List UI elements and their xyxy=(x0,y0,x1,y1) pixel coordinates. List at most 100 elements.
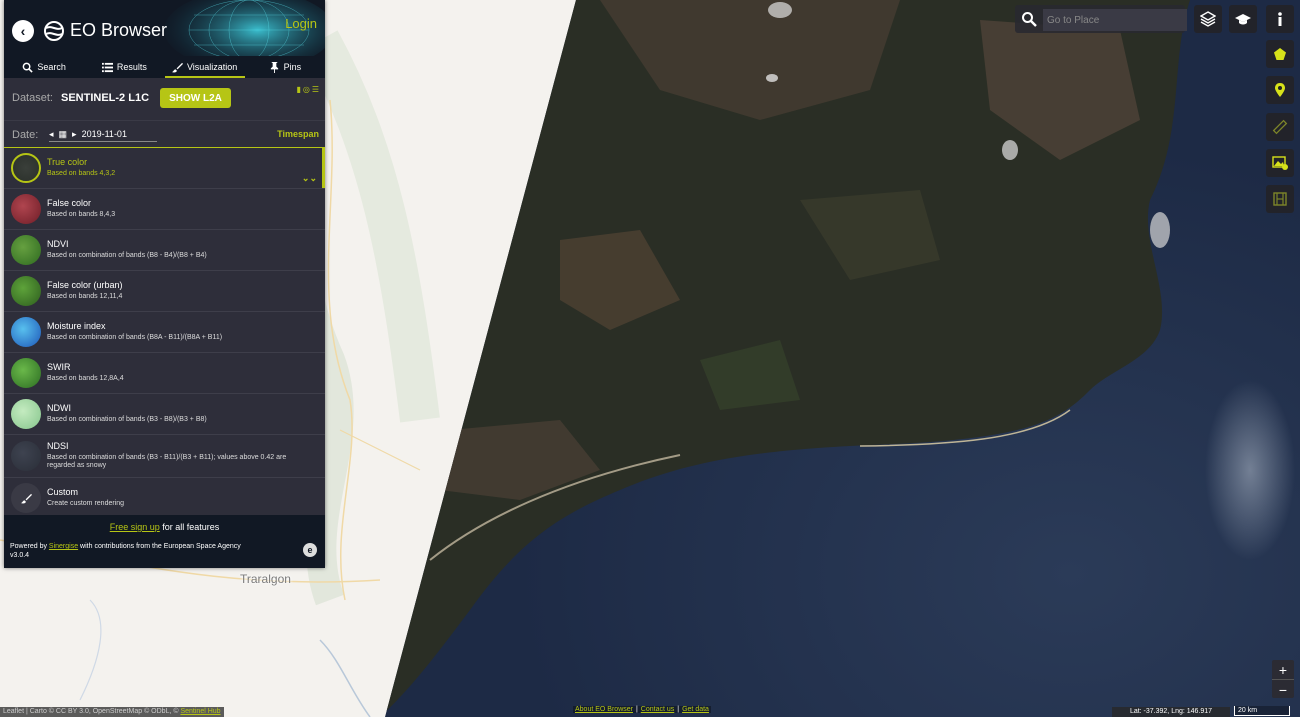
dataset-name: SENTINEL-2 L1C xyxy=(61,92,150,104)
sidebar-panel: ‹ EO Browser Login Search Results Visual… xyxy=(4,0,325,568)
layer-false-color-urban[interactable]: False color (urban) Based on bands 12,11,… xyxy=(4,271,325,312)
scale-bar: 20 km xyxy=(1234,706,1290,716)
login-link[interactable]: Login xyxy=(285,16,317,31)
zoom-out-button[interactable]: − xyxy=(1272,680,1294,699)
layer-desc: Based on combination of bands (B8A - B11… xyxy=(47,334,223,342)
education-button[interactable] xyxy=(1229,5,1257,33)
layer-thumbnail xyxy=(11,276,41,306)
prev-date-icon[interactable]: ◂ xyxy=(49,129,54,140)
layer-name: NDVI xyxy=(47,239,69,250)
layer-ndwi[interactable]: NDWI Based on combination of bands (B3 - … xyxy=(4,394,325,435)
next-date-icon[interactable]: ▸ xyxy=(72,129,77,140)
layer-desc: Based on combination of bands (B3 - B8)/… xyxy=(47,416,207,424)
graduation-cap-icon xyxy=(1235,14,1251,25)
poi-button[interactable] xyxy=(1266,76,1294,104)
tab-label: Results xyxy=(116,62,147,72)
layer-thumbnail xyxy=(11,317,41,347)
brush-icon xyxy=(20,493,32,503)
dataset-icons: ▮ ◎ ☰ xyxy=(296,85,319,94)
tab-pins[interactable]: Pins xyxy=(245,56,325,78)
layer-false-color[interactable]: False color Based on bands 8,4,3 xyxy=(4,189,325,230)
layer-swir[interactable]: SWIR Based on bands 12,8A,4 xyxy=(4,353,325,394)
timelapse-button[interactable] xyxy=(1266,185,1294,213)
map-marker-icon xyxy=(1275,83,1285,97)
layer-thumbnail xyxy=(11,483,41,513)
layers-button[interactable] xyxy=(1194,5,1222,33)
contact-link[interactable]: Contact us xyxy=(641,706,674,713)
date-value: 2019-11-01 xyxy=(81,129,127,139)
tab-results[interactable]: Results xyxy=(84,56,164,78)
zoom-control: + − xyxy=(1272,660,1294,698)
timespan-link[interactable]: Timespan xyxy=(277,129,319,139)
layer-name: Custom xyxy=(47,487,79,498)
layer-desc: Based on bands 4,3,2 xyxy=(47,170,116,178)
layer-custom[interactable]: Custom Create custom rendering xyxy=(4,478,325,519)
layer-desc: Based on combination of bands (B8 - B4)/… xyxy=(47,252,207,260)
attribution-text: Leaflet | Carto © CC BY 3.0, OpenStreetM… xyxy=(3,708,181,715)
ruler-icon xyxy=(1272,119,1288,135)
draw-polygon-button[interactable] xyxy=(1266,40,1294,68)
layer-name: False color xyxy=(47,198,92,209)
powered-by: Powered by Sinergise with contributions … xyxy=(10,542,241,560)
layer-ndvi[interactable]: NDVI Based on combination of bands (B8 - … xyxy=(4,230,325,271)
dataset-label: Dataset: xyxy=(12,92,53,104)
layer-thumbnail xyxy=(11,358,41,388)
powered-suffix: with contributions from the European Spa… xyxy=(78,543,241,550)
eye-slash-icon[interactable]: ◎ xyxy=(303,85,310,94)
divider: | xyxy=(677,706,680,713)
layer-name: False color (urban) xyxy=(47,280,123,291)
tab-label: Pins xyxy=(283,62,302,72)
signup-text: for all features xyxy=(159,522,220,532)
layer-desc: Based on bands 12,11,4 xyxy=(47,293,123,301)
sentinel-hub-link[interactable]: Sentinel Hub xyxy=(180,708,220,715)
date-label: Date: xyxy=(12,129,39,141)
layer-ndsi[interactable]: NDSI Based on combination of bands (B3 - … xyxy=(4,435,325,478)
measure-button[interactable] xyxy=(1266,113,1294,141)
back-button[interactable]: ‹ xyxy=(12,20,34,42)
place-label: Traralgon xyxy=(240,572,291,586)
tab-visualization[interactable]: Visualization xyxy=(164,56,246,78)
coordinates-readout: Lat: -37.392, Lng: 146.917 xyxy=(1112,707,1230,717)
search-icon xyxy=(1022,12,1037,27)
layer-name: NDWI xyxy=(47,403,71,414)
film-icon xyxy=(1273,192,1287,206)
brush-icon xyxy=(171,62,183,72)
layer-true-color[interactable]: True color Based on bands 4,3,2 ⌄⌄ xyxy=(4,148,325,189)
layer-name: SWIR xyxy=(47,362,71,373)
image-download-icon xyxy=(1272,156,1288,170)
image-download-button[interactable] xyxy=(1266,149,1294,177)
eo-logo-icon xyxy=(44,21,64,41)
layer-name: True color xyxy=(47,157,88,168)
layer-thumbnail xyxy=(11,399,41,429)
calendar-icon[interactable]: ▦ xyxy=(59,129,68,140)
layer-desc: Create custom rendering xyxy=(47,500,125,508)
sliders-icon[interactable]: ☰ xyxy=(312,85,319,94)
tab-label: Visualization xyxy=(186,62,238,72)
signup-line: Free sign up for all features xyxy=(4,522,325,532)
date-picker[interactable]: ◂ ▦ ▸ 2019-11-01 xyxy=(49,127,157,142)
layer-thumbnail xyxy=(11,153,41,183)
layer-desc: Based on combination of bands (B3 - B11)… xyxy=(47,454,287,469)
esa-logo-icon[interactable]: e xyxy=(303,543,317,557)
panel-footer: Free sign up for all features Powered by… xyxy=(4,515,325,568)
chevron-down-icon[interactable]: ⌄⌄ xyxy=(302,173,317,184)
get-data-link[interactable]: Get data xyxy=(682,706,709,713)
layer-moisture-index[interactable]: Moisture index Based on combination of ba… xyxy=(4,312,325,353)
divider: | xyxy=(635,706,638,713)
sinergise-link[interactable]: Sinergise xyxy=(49,543,78,550)
info-button[interactable] xyxy=(1266,5,1294,33)
pin-icon xyxy=(270,61,278,73)
tab-label: Search xyxy=(37,62,66,72)
signup-link[interactable]: Free sign up xyxy=(110,522,160,532)
panel-header: ‹ EO Browser Login xyxy=(4,0,325,56)
pin-icon[interactable]: ▮ xyxy=(296,85,300,94)
search-input[interactable] xyxy=(1043,9,1187,31)
show-l2a-button[interactable]: SHOW L2A xyxy=(160,88,231,108)
about-link[interactable]: About EO Browser xyxy=(575,706,633,713)
layer-desc: Based on bands 12,8A,4 xyxy=(47,375,124,383)
tab-search[interactable]: Search xyxy=(4,56,84,78)
polygon-icon xyxy=(1274,48,1286,60)
list-icon xyxy=(101,62,113,72)
layers-icon xyxy=(1200,11,1216,27)
zoom-in-button[interactable]: + xyxy=(1272,660,1294,680)
